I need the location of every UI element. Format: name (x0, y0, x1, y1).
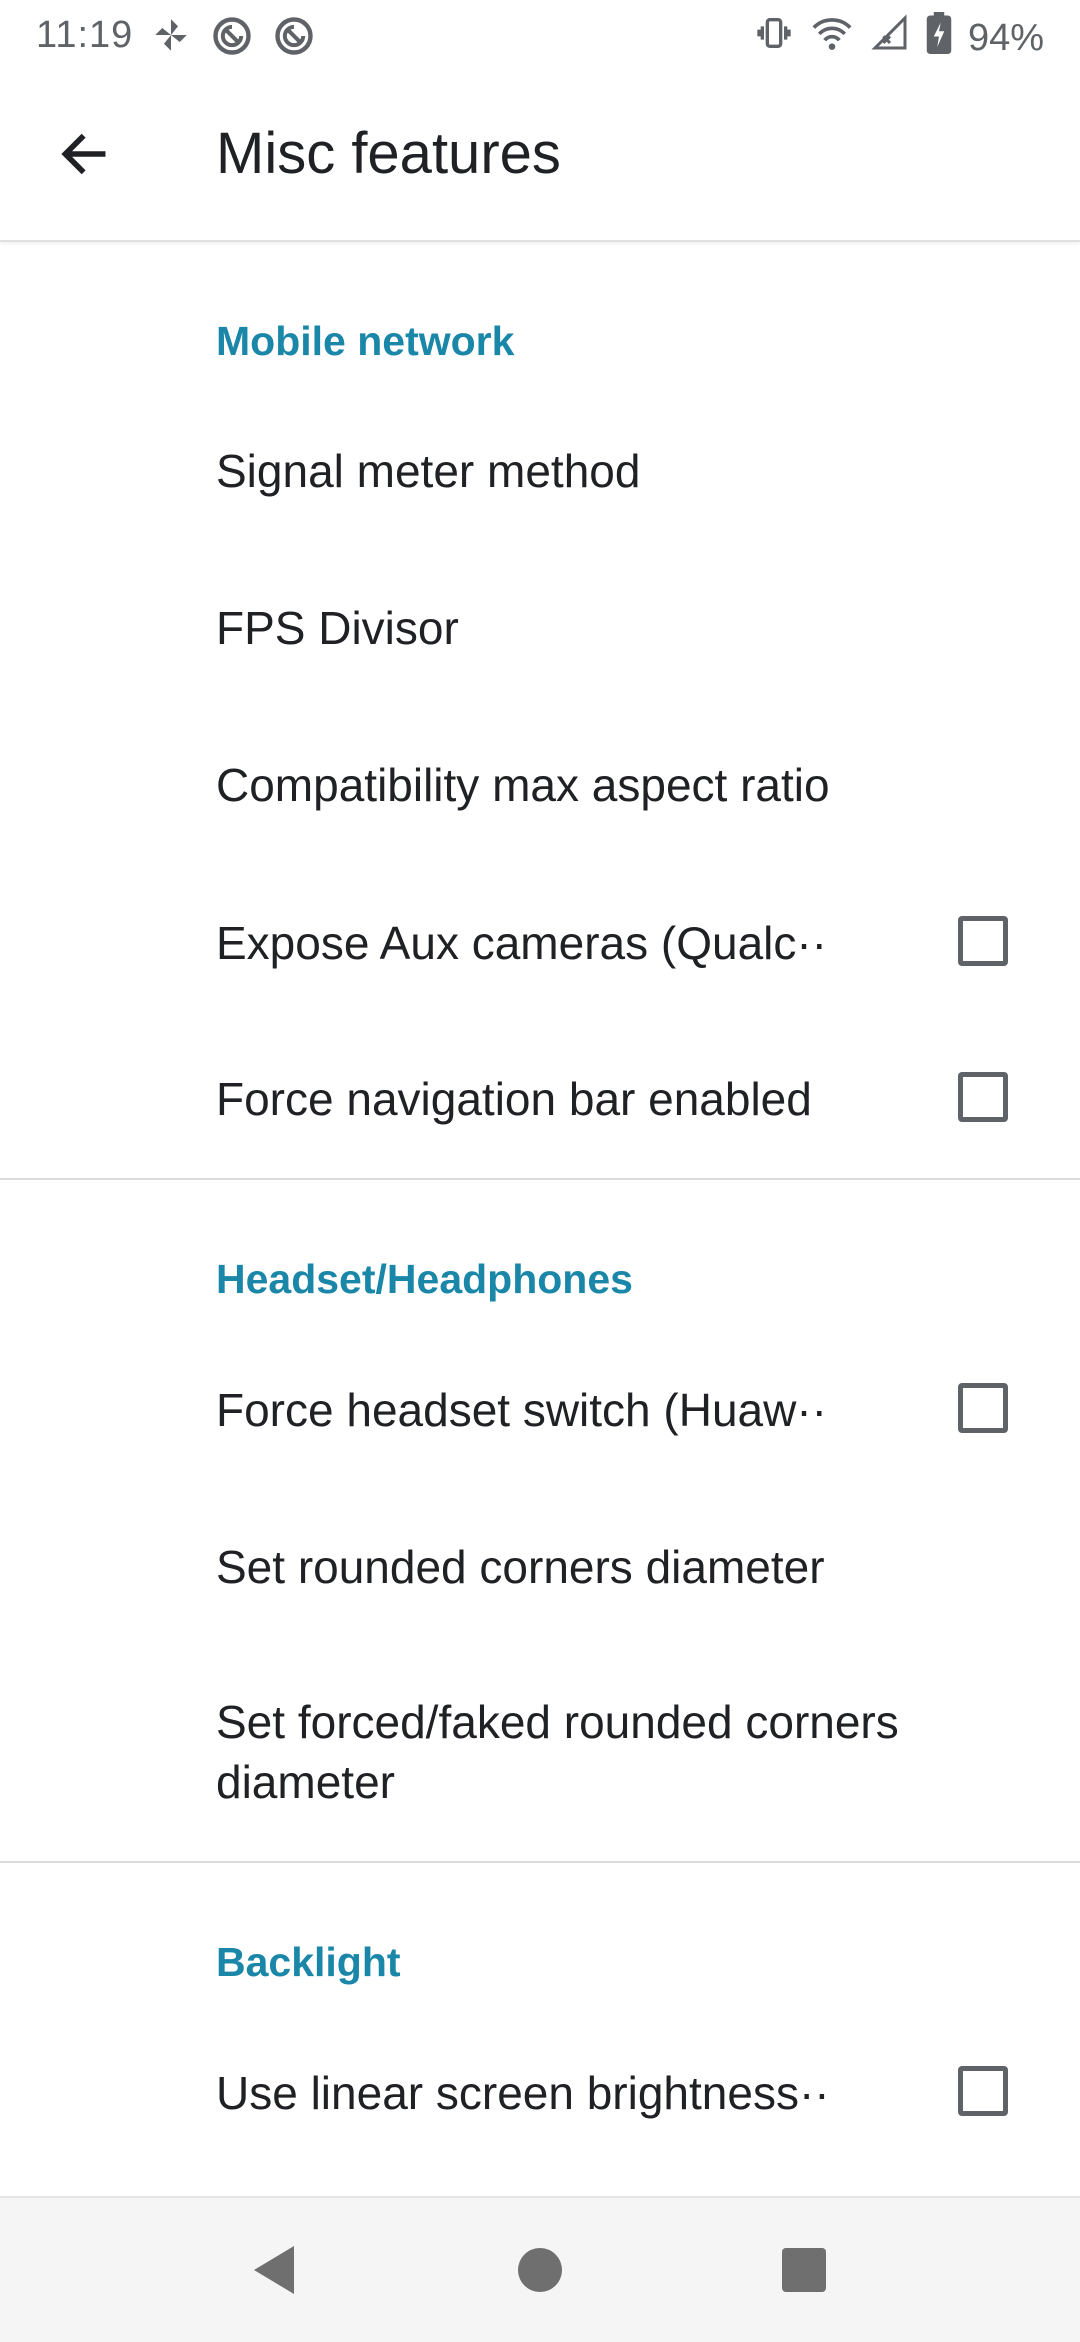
app-notification-icon (210, 14, 254, 68)
pref-title-force-navigation-bar: Force navigation bar enabled (216, 1073, 812, 1125)
back-button[interactable] (48, 120, 120, 192)
expose-aux-cameras-checkbox[interactable] (958, 916, 1008, 966)
use-linear-screen-brightness-checkbox[interactable] (958, 2066, 1008, 2116)
battery-charging-icon (926, 12, 952, 64)
pref-title-use-linear-screen-brightness: Use linear screen brightness·· (216, 2067, 830, 2119)
page-title: Misc features (216, 121, 561, 186)
pref-title-force-headset-switch: Force headset switch (Huaw·· (216, 1384, 827, 1436)
force-headset-switch-checkbox[interactable] (958, 1383, 1008, 1433)
battery-percent: 94% (967, 16, 1044, 59)
status-time: 11:19 (36, 14, 134, 56)
status-bar: 11:19 94% (0, 0, 1080, 72)
nav-home-icon[interactable] (518, 2248, 562, 2292)
system-navigation-bar (0, 2196, 1080, 2342)
nav-recents-icon[interactable] (782, 2248, 826, 2292)
pref-title-expose-aux-cameras: Expose Aux cameras (Qualc·· (216, 917, 828, 969)
cell-signal-icon (870, 13, 910, 63)
wifi-icon (810, 13, 854, 63)
section-header-mobile-network: Mobile network (216, 318, 515, 364)
pref-title-signal-meter-method: Signal meter method (216, 445, 641, 497)
status-notification-icons (150, 14, 316, 68)
status-system-icons: 94% (754, 12, 1044, 64)
app-bar: Misc features (0, 72, 1080, 242)
arrow-back-icon (56, 126, 112, 187)
nav-back-icon[interactable] (250, 2242, 300, 2303)
pref-title-fps-divisor: FPS Divisor (216, 602, 459, 654)
pinwheel-icon (150, 14, 192, 68)
vibrate-icon (754, 13, 794, 63)
section-header-backlight: Backlight (216, 1939, 401, 1985)
section-divider (0, 1178, 1080, 1180)
section-divider (0, 1861, 1080, 1863)
pref-title-set-rounded-corners-diameter: Set rounded corners diameter (216, 1541, 825, 1593)
section-header-headset-headphones: Headset/Headphones (216, 1256, 633, 1302)
app-notification-icon (272, 14, 316, 68)
pref-title-compatibility-max-aspect-ratio: Compatibility max aspect ratio (216, 759, 830, 811)
pref-title-set-forced-faked-rounded-corners: Set forced/faked rounded corners diamete… (216, 1696, 899, 1808)
force-navigation-bar-checkbox[interactable] (958, 1072, 1008, 1122)
